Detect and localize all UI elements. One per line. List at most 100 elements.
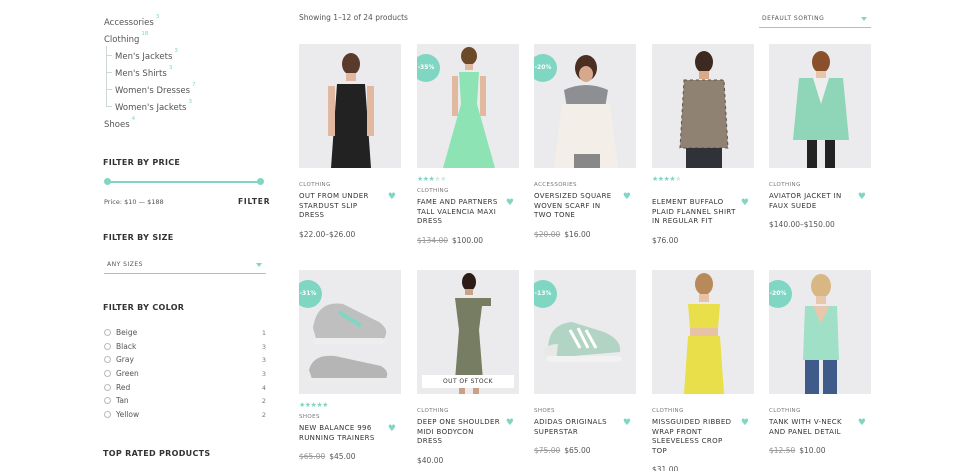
subcategory-mens-jackets[interactable]: Men's Jackets3 [106, 46, 268, 63]
wishlist-heart-icon[interactable]: ♥ [623, 418, 631, 428]
subcategory-womens-dresses[interactable]: Women's Dresses7 [106, 80, 268, 97]
wishlist-heart-icon[interactable]: ♥ [388, 424, 396, 434]
product-name[interactable]: OUT FROM UNDER STARDUST SLIP DRESS [299, 192, 383, 221]
category-accessories[interactable]: Accessories3 [104, 12, 268, 29]
radio-button[interactable] [104, 342, 111, 350]
star-rating: ★★★★★ [417, 175, 446, 183]
wishlist-heart-icon[interactable]: ♥ [858, 418, 866, 428]
filter-button[interactable]: FILTER [238, 197, 270, 206]
color-name[interactable]: Green [116, 368, 139, 380]
product-name[interactable]: ELEMENT BUFFALO PLAID FLANNEL SHIRT IN R… [652, 198, 736, 227]
product-image[interactable]: -20% [769, 270, 871, 394]
radio-button[interactable] [104, 383, 111, 391]
color-option-red[interactable]: Red 4 [104, 382, 268, 396]
product-card[interactable]: -13% SHOES ADIDAS ORIGINALS SUPERSTAR ♥ $75.… [534, 270, 636, 455]
product-category[interactable]: SHOES [299, 413, 401, 421]
color-option-tan[interactable]: Tan 2 [104, 395, 268, 409]
product-photo [328, 53, 374, 168]
product-image[interactable]: -20% [534, 44, 636, 168]
product-name[interactable]: AVIATOR JACKET IN FAUX SUEDE [769, 192, 853, 211]
category-label[interactable]: Clothing [104, 35, 139, 45]
product-card[interactable]: -20% ACCESSORIES OVERSIZED SQUARE WOVEN SC… [534, 44, 636, 239]
product-image[interactable]: -13% [534, 270, 636, 394]
product-category[interactable]: CLOTHING [769, 181, 871, 189]
product-name[interactable]: DEEP ONE SHOULDER MIDI BODYCON DRESS [417, 418, 501, 447]
category-shoes[interactable]: Shoes4 [104, 114, 268, 131]
product-category[interactable]: CLOTHING [299, 181, 401, 189]
product-category[interactable]: ACCESSORIES [534, 181, 636, 189]
product-category[interactable]: SHOES [534, 407, 636, 415]
product-name[interactable]: OVERSIZED SQUARE WOVEN SCARF IN TWO TONE [534, 192, 618, 221]
color-option-beige[interactable]: Beige 1 [104, 327, 268, 341]
wishlist-heart-icon[interactable]: ♥ [506, 418, 514, 428]
radio-button[interactable] [104, 411, 111, 419]
color-option-gray[interactable]: Gray 3 [104, 354, 268, 368]
product-name[interactable]: NEW BALANCE 996 RUNNING TRAINERS [299, 424, 383, 443]
product-category[interactable]: CLOTHING [769, 407, 871, 415]
product-card[interactable]: ★★★★★ ELEMENT BUFFALO PLAID FLANNEL SHIRT… [652, 44, 754, 245]
product-card[interactable]: CLOTHING OUT FROM UNDER STARDUST SLIP DRE… [299, 44, 401, 239]
color-name[interactable]: Red [116, 382, 130, 394]
radio-button[interactable] [104, 397, 111, 405]
color-count: 3 [261, 370, 266, 379]
radio-button[interactable] [104, 329, 111, 336]
current-price: $45.00 [329, 452, 356, 461]
product-image[interactable] [299, 44, 401, 168]
product-image[interactable] [769, 44, 871, 168]
product-card[interactable]: -20% CLOTHING TANK WITH V-NECK AND PANEL D… [769, 270, 871, 455]
product-card[interactable]: CLOTHING AVIATOR JACKET IN FAUX SUEDE ♥ $14… [769, 44, 871, 229]
product-category[interactable]: CLOTHING [417, 187, 519, 195]
category-label[interactable]: Accessories [104, 18, 154, 28]
color-name[interactable]: Beige [116, 327, 137, 339]
color-name[interactable]: Gray [116, 354, 134, 366]
size-select[interactable]: ANY SIZES [104, 257, 266, 274]
wishlist-heart-icon[interactable]: ♥ [858, 192, 866, 202]
product-image[interactable]: OUT OF STOCK [417, 270, 519, 394]
color-name[interactable]: Tan [116, 395, 129, 407]
sort-select[interactable]: DEFAULT SORTING [759, 12, 871, 28]
subcategory-label[interactable]: Women's Jackets [115, 103, 186, 113]
subcategory-label[interactable]: Men's Shirts [115, 69, 167, 79]
radio-button[interactable] [104, 370, 111, 378]
price-range-slider[interactable] [104, 178, 264, 185]
wishlist-heart-icon[interactable]: ♥ [388, 192, 396, 202]
product-name[interactable]: MISSGUIDED RIBBED WRAP FRONT SLEEVELESS … [652, 418, 736, 456]
category-label[interactable]: Shoes [104, 120, 130, 130]
product-name[interactable]: ADIDAS ORIGINALS SUPERSTAR [534, 418, 618, 437]
price-slider-max-handle[interactable] [257, 178, 264, 185]
wishlist-heart-icon[interactable]: ♥ [741, 198, 749, 208]
color-name[interactable]: Yellow [116, 409, 139, 421]
subcategory-label[interactable]: Women's Dresses [115, 86, 190, 96]
color-option-yellow[interactable]: Yellow 2 [104, 409, 268, 423]
top-rated-products-title: TOP RATED PRODUCTS [103, 449, 211, 458]
wishlist-heart-icon[interactable]: ♥ [623, 192, 631, 202]
category-clothing[interactable]: Clothing18 [104, 29, 268, 46]
product-image[interactable] [652, 44, 754, 168]
subcategory-womens-jackets[interactable]: Women's Jackets3 [106, 97, 268, 114]
price-slider-min-handle[interactable] [104, 178, 111, 185]
subcategory-label[interactable]: Men's Jackets [115, 52, 172, 62]
product-name[interactable]: FAME AND PARTNERS TALL VALENCIA MAXI DRE… [417, 198, 501, 227]
product-card[interactable]: -31% ★★★★★ SHOES NEW BALANCE 996 RUNNING TR… [299, 270, 401, 461]
color-count: 3 [261, 356, 266, 365]
product-image[interactable]: -35% [417, 44, 519, 168]
subcategory-mens-shirts[interactable]: Men's Shirts3 [106, 63, 268, 80]
product-name[interactable]: TANK WITH V-NECK AND PANEL DETAIL [769, 418, 853, 437]
wishlist-heart-icon[interactable]: ♥ [506, 198, 514, 208]
product-category[interactable]: CLOTHING [652, 407, 754, 415]
product-image[interactable]: -31% [299, 270, 401, 394]
product-card[interactable]: CLOTHING MISSGUIDED RIBBED WRAP FRONT SLE… [652, 270, 754, 471]
product-photo [793, 51, 849, 168]
color-option-black[interactable]: Black 3 [104, 341, 268, 355]
color-option-green[interactable]: Green 3 [104, 368, 268, 382]
product-category[interactable] [652, 187, 754, 195]
product-card[interactable]: -35% ★★★★★ CLOTHING FAME AND PARTNERS TALL … [417, 44, 519, 245]
subcategory-count: 7 [192, 82, 196, 88]
radio-button[interactable] [104, 356, 111, 364]
product-image[interactable] [652, 270, 754, 394]
wishlist-heart-icon[interactable]: ♥ [741, 418, 749, 428]
product-card[interactable]: OUT OF STOCK CLOTHING DEEP ONE SHOULDER MI… [417, 270, 519, 465]
color-name[interactable]: Black [116, 341, 136, 353]
product-category[interactable]: CLOTHING [417, 407, 519, 415]
size-select-value: ANY SIZES [107, 261, 143, 268]
